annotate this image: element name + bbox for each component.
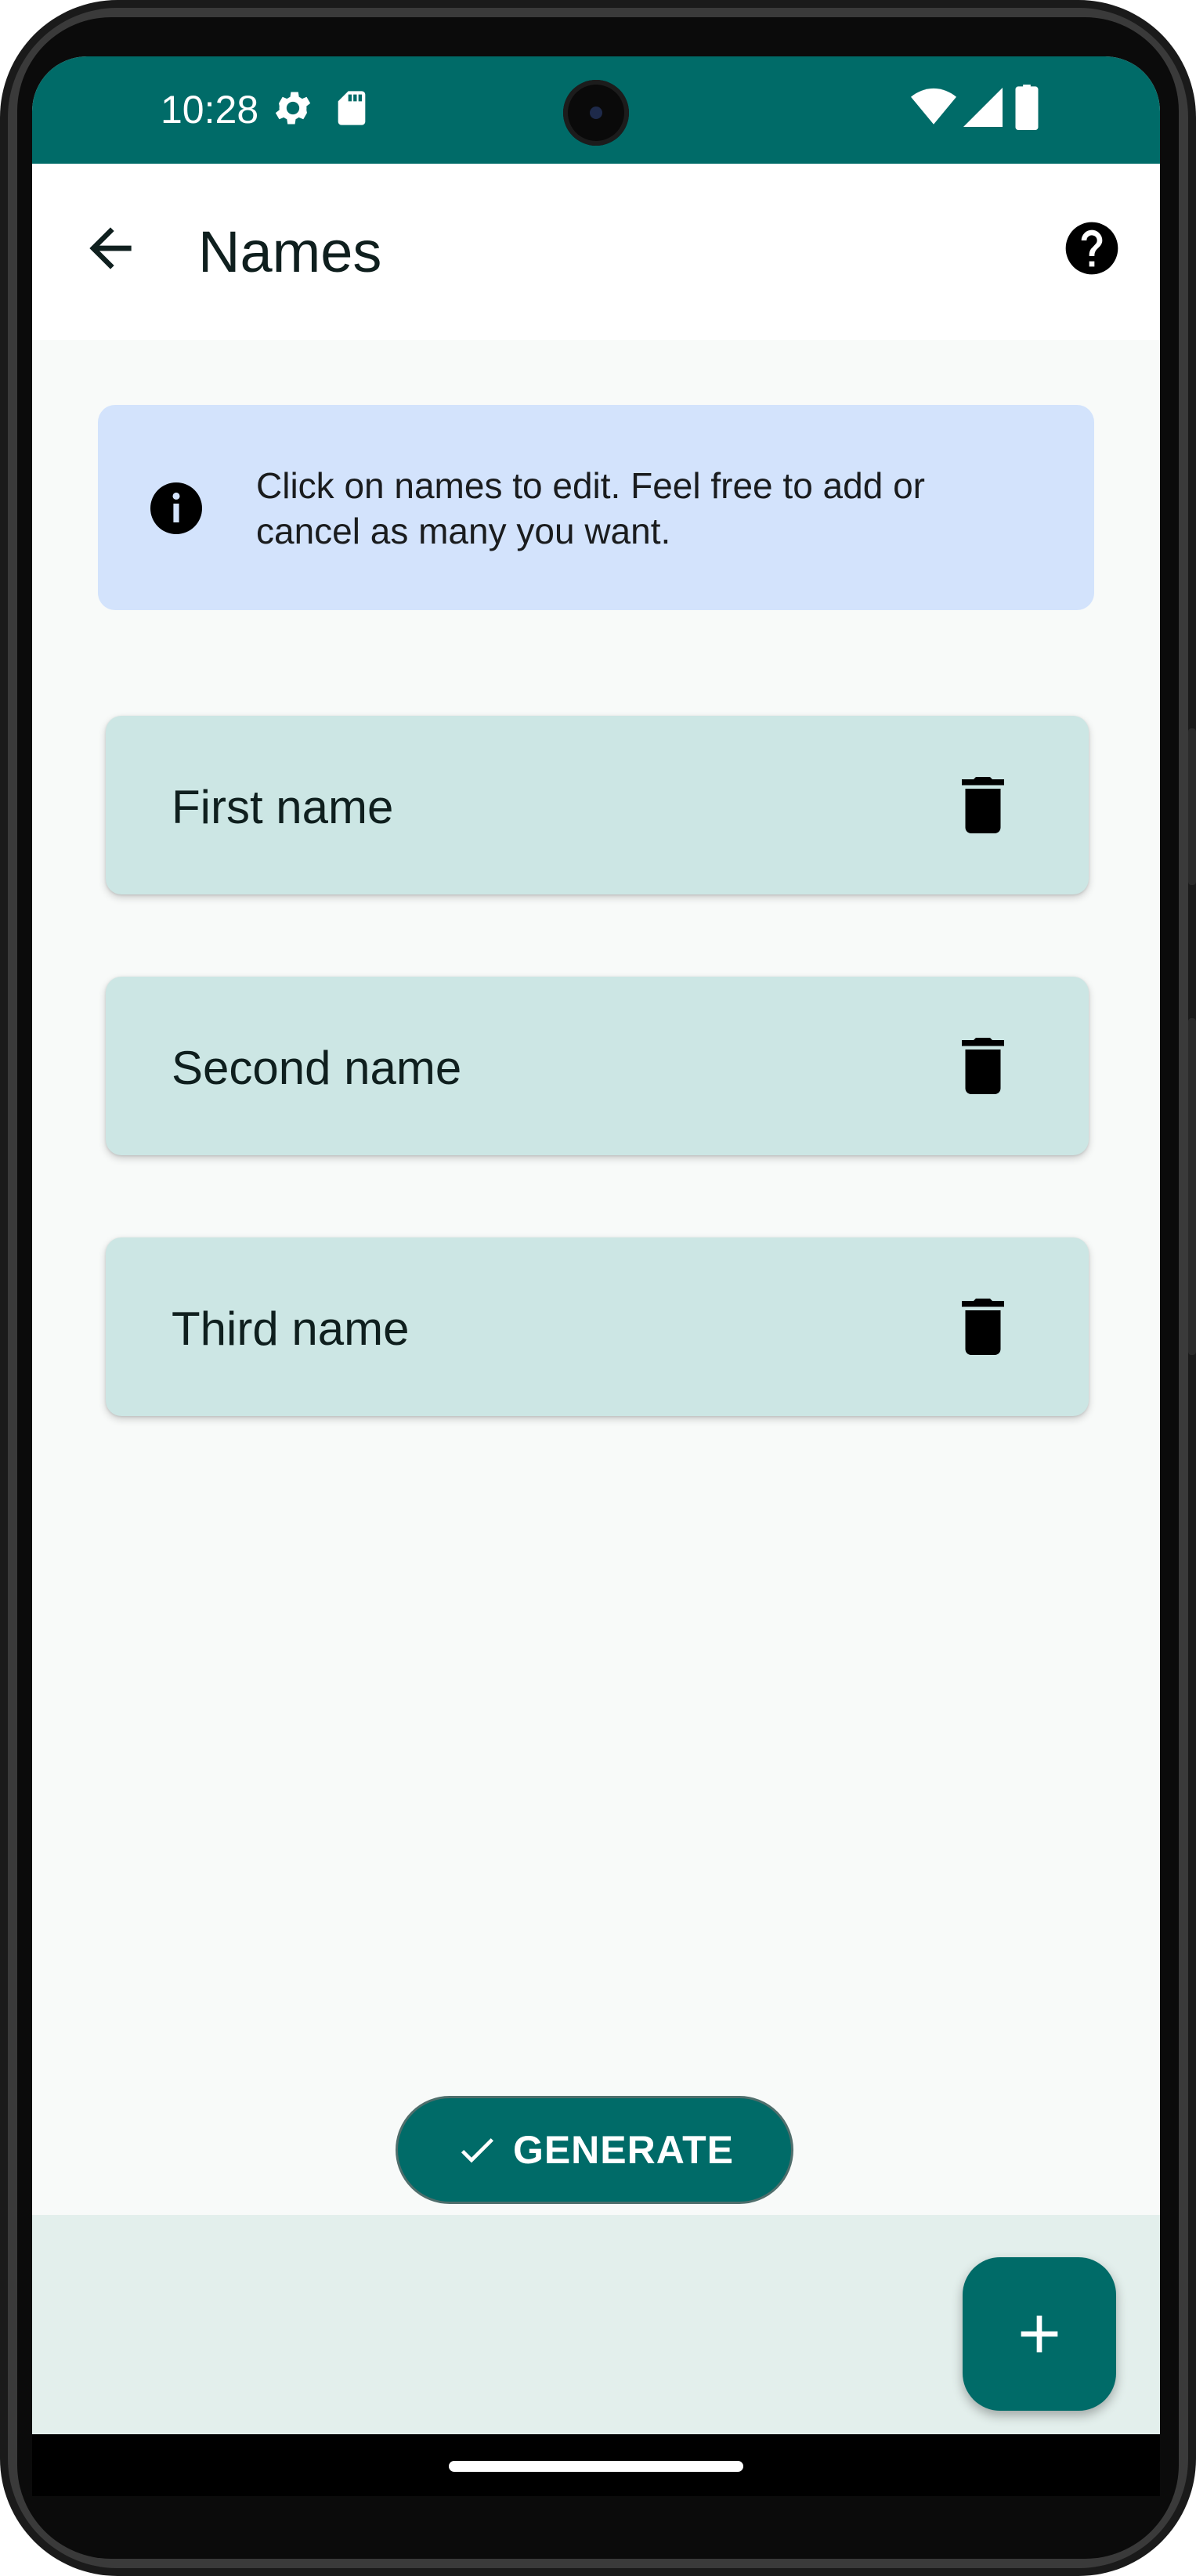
trash-icon[interactable] — [959, 777, 1006, 833]
generate-label: GENERATE — [512, 2128, 735, 2172]
cell-signal-icon — [963, 88, 1003, 127]
trash-icon[interactable] — [959, 1038, 1006, 1094]
info-text: Click on names to edit. Feel free to add… — [256, 465, 925, 551]
generate-button[interactable]: GENERATE — [396, 2096, 793, 2204]
app-bar: Names — [32, 164, 1160, 340]
wifi-icon — [911, 88, 956, 125]
name-label: First name — [172, 781, 394, 833]
battery-icon — [1015, 85, 1039, 130]
name-card-first[interactable]: First name — [106, 716, 1089, 894]
arrow-back-icon[interactable] — [79, 217, 142, 280]
status-time: 10:28 — [161, 88, 259, 132]
name-label: Second name — [172, 1042, 462, 1094]
check-icon — [461, 2138, 493, 2163]
name-card-second[interactable]: Second name — [106, 977, 1089, 1155]
info-icon — [150, 482, 202, 534]
name-card-third[interactable]: Third name — [106, 1237, 1089, 1416]
sd-card-icon — [338, 91, 366, 125]
home-gesture-handle[interactable] — [449, 2461, 743, 2472]
add-name-fab[interactable] — [963, 2257, 1116, 2411]
screen: 10:28 Names Click on names to edit. Feel… — [32, 56, 1160, 2496]
trash-icon[interactable] — [959, 1299, 1006, 1355]
power-button — [1188, 728, 1196, 885]
name-label: Third name — [172, 1302, 410, 1355]
help-circle-icon[interactable] — [1061, 217, 1123, 280]
front-camera — [563, 80, 629, 146]
status-bar: 10:28 — [32, 56, 1160, 164]
info-banner: Click on names to edit. Feel free to add… — [98, 405, 1094, 610]
volume-button — [1188, 1018, 1196, 1355]
page-title: Names — [198, 219, 382, 284]
plus-icon — [1021, 2315, 1058, 2353]
settings-gear-icon — [275, 92, 311, 125]
